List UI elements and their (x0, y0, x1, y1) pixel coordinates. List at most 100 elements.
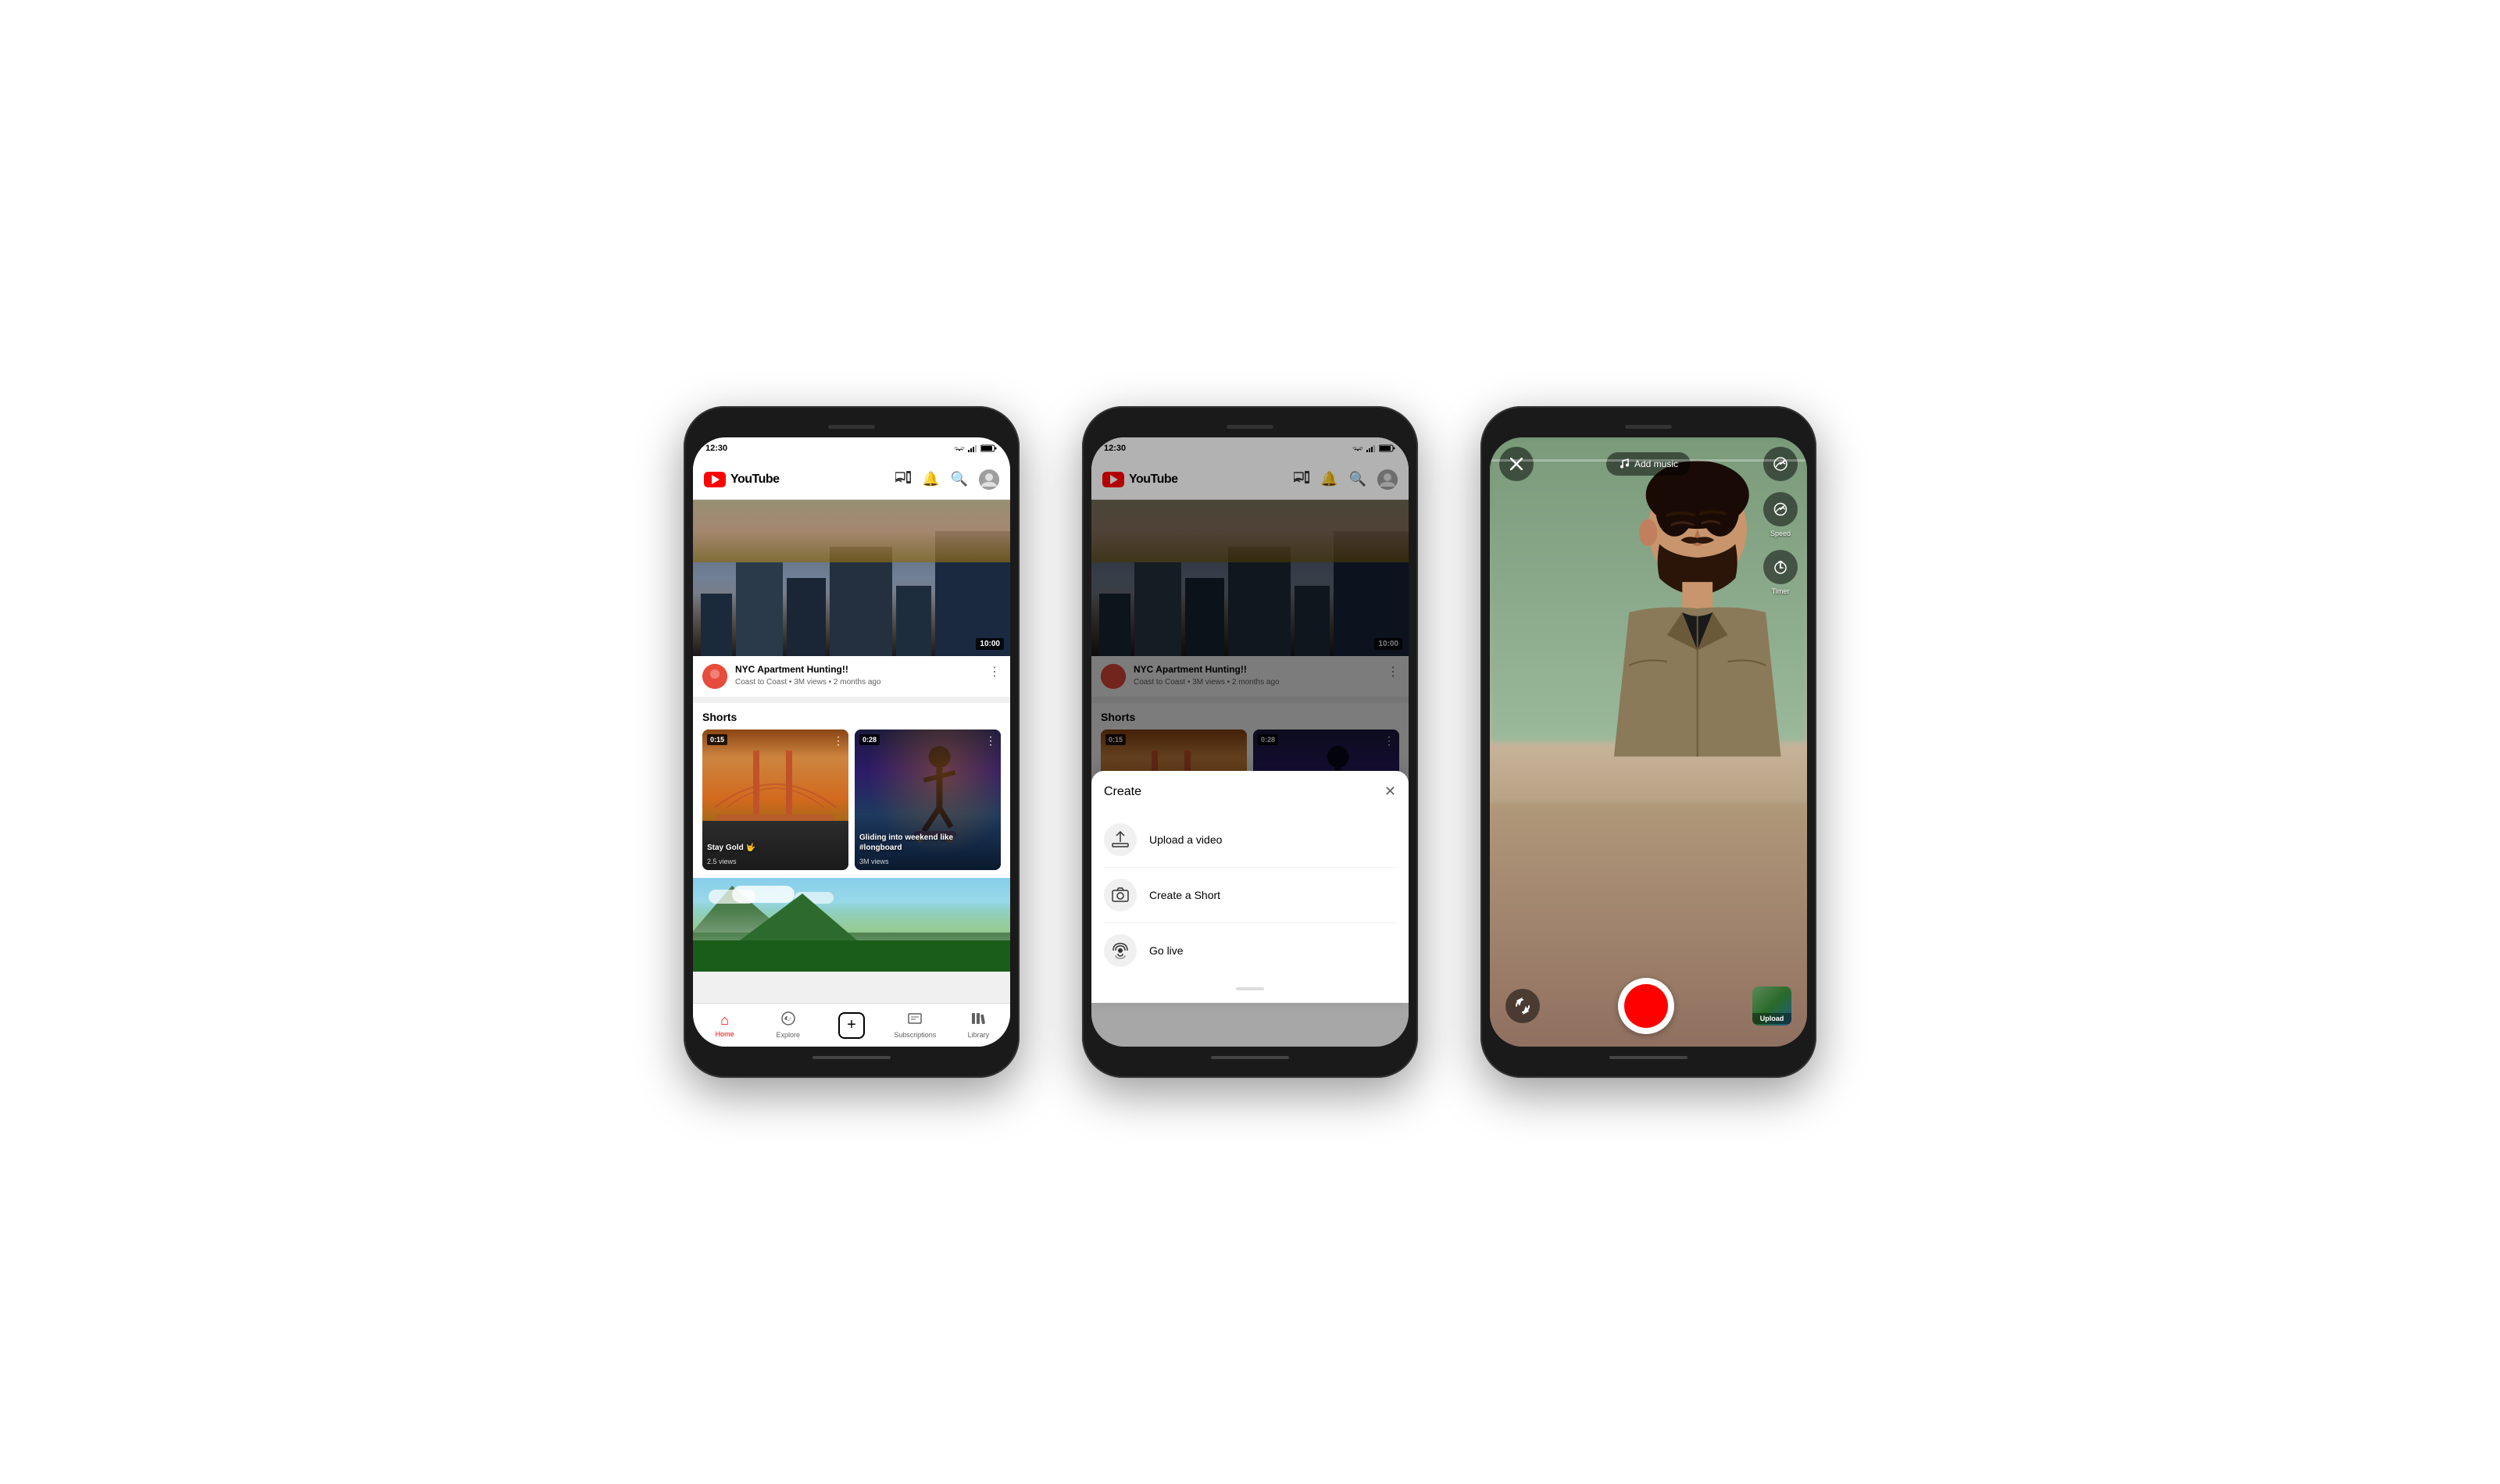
phone-2-home-indicator (1211, 1056, 1289, 1059)
video-more-icon[interactable]: ⋮ (988, 664, 1001, 680)
user-avatar[interactable] (979, 469, 999, 490)
short-2-label: Gliding into weekend like #longboard (859, 833, 996, 853)
nav-library-label: Library (968, 1031, 990, 1039)
phone-2-video-duration: 10:00 (1374, 638, 1402, 650)
home-icon: ⌂ (720, 1012, 729, 1029)
record-button[interactable] (1618, 978, 1674, 1034)
wifi-icon-2 (1352, 444, 1363, 452)
video-title-2: NYC Apartment Hunting!! (1134, 664, 1379, 676)
drag-bar (1236, 987, 1264, 990)
channel-avatar-2 (1101, 664, 1126, 689)
phone-2-bottom-bar (1091, 1047, 1409, 1068)
landscape-thumbnail[interactable] (693, 878, 1010, 972)
phone-1: 12:30 (684, 406, 1020, 1078)
modal-title: Create (1104, 785, 1141, 799)
person-figure (1580, 453, 1784, 984)
cast-icon-2[interactable] (1294, 471, 1309, 487)
modal-upload-item[interactable]: Upload a video (1104, 812, 1396, 868)
upload-btn-label: Upload (1752, 1013, 1791, 1024)
phone-3-notch-bar (1490, 416, 1807, 437)
signal-icon (968, 444, 977, 452)
phone-1-bottom-nav: ⌂ Home Explore + Subscriptions (693, 1003, 1010, 1047)
short-2-2-duration: 0:28 (1258, 734, 1278, 745)
record-inner-circle (1624, 984, 1668, 1028)
phone-1-speaker (828, 425, 875, 429)
library-icon (971, 1011, 985, 1029)
nav-subscriptions-label: Subscriptions (894, 1031, 936, 1039)
add-music-button[interactable]: Add music (1606, 452, 1691, 476)
flip-camera-icon (1513, 997, 1532, 1015)
upload-icon (1104, 823, 1137, 856)
phone-2-video-info: NYC Apartment Hunting!! Coast to Coast •… (1091, 656, 1409, 703)
search-icon-2[interactable]: 🔍 (1349, 471, 1366, 487)
timer-label: Timer (1772, 587, 1790, 595)
short-1-views: 2.5 views (707, 858, 737, 865)
camera-icon (1104, 879, 1137, 911)
phone-3-bottom-bar (1490, 1047, 1807, 1068)
timer-icon (1763, 550, 1798, 584)
modal-header: Create ✕ (1104, 783, 1396, 800)
camera-bottom-controls: Upload (1490, 969, 1807, 1047)
nav-create[interactable]: + (820, 1012, 883, 1039)
phone-2-inner: 12:30 (1091, 437, 1409, 1047)
camera-close-button[interactable] (1499, 447, 1534, 481)
bell-icon[interactable]: 🔔 (922, 471, 939, 487)
live-icon (1104, 934, 1137, 967)
video-meta: NYC Apartment Hunting!! Coast to Coast •… (735, 664, 980, 687)
upload-from-gallery-button[interactable]: Upload (1752, 986, 1791, 1026)
camera-speed-button[interactable] (1763, 447, 1798, 481)
header-icons-2: 🔔 🔍 (1294, 469, 1398, 490)
subscriptions-icon (908, 1011, 922, 1029)
cast-icon[interactable] (895, 471, 911, 487)
video-meta-2: NYC Apartment Hunting!! Coast to Coast •… (1134, 664, 1379, 687)
phone-1-content: 10:00 NYC Apartment Hunting!! Coast to C… (693, 500, 1010, 1003)
phone-3-home-indicator (1609, 1056, 1688, 1059)
main-video-thumb[interactable]: 10:00 (693, 500, 1010, 656)
nav-explore[interactable]: Explore (756, 1011, 820, 1039)
short-2-1-duration: 0:15 (1105, 734, 1126, 745)
youtube-logo-2: YouTube (1102, 472, 1178, 487)
nav-library[interactable]: Library (947, 1011, 1010, 1039)
modal-go-live-item[interactable]: Go live (1104, 923, 1396, 978)
header-icons: 🔔 🔍 (895, 469, 999, 490)
short-card-2[interactable]: 0:28 ⋮ Gliding into weekend like #longbo… (855, 730, 1001, 870)
youtube-play-icon-2 (1110, 475, 1118, 484)
modal-close-button[interactable]: ✕ (1384, 783, 1396, 800)
explore-icon (781, 1011, 795, 1029)
user-avatar-2[interactable] (1377, 469, 1398, 490)
phone-2-video-bg (1091, 500, 1409, 656)
nav-explore-label: Explore (777, 1031, 801, 1039)
create-plus-icon[interactable]: + (838, 1012, 865, 1039)
shorts-row: 0:15 ⋮ Stay Gold 🤟 2.5 views (693, 730, 1010, 870)
speed-control[interactable]: Speed (1763, 492, 1798, 537)
timer-control[interactable]: Timer (1763, 550, 1798, 595)
phone-2-speaker (1227, 425, 1273, 429)
nav-home[interactable]: ⌂ Home (693, 1012, 756, 1038)
shorts-section: Shorts (693, 703, 1010, 878)
phone-3: Add music (1480, 406, 1816, 1078)
channel-avatar (702, 664, 727, 689)
speed-icon (1763, 492, 1798, 526)
video-bg-scene (693, 500, 1010, 656)
signal-icon-2 (1366, 444, 1376, 452)
phone-1-home-indicator (812, 1056, 891, 1059)
modal-create-short-item[interactable]: Create a Short (1104, 868, 1396, 923)
short-1-more-icon[interactable]: ⋮ (833, 734, 844, 747)
short-card-1[interactable]: 0:15 ⋮ Stay Gold 🤟 2.5 views (702, 730, 848, 870)
phone-3-speaker (1625, 425, 1672, 429)
camera-flip-button[interactable] (1505, 989, 1540, 1023)
search-icon[interactable]: 🔍 (951, 471, 968, 487)
short-2-more-icon[interactable]: ⋮ (985, 734, 996, 747)
video-more-icon-2: ⋮ (1387, 664, 1399, 680)
shorts-section-title: Shorts (693, 711, 1010, 730)
bell-icon-2[interactable]: 🔔 (1320, 471, 1338, 487)
short-1-duration: 0:15 (707, 734, 727, 745)
phone-2: 12:30 (1082, 406, 1418, 1078)
phone-2-status-icons (1352, 444, 1396, 452)
nav-subscriptions[interactable]: Subscriptions (884, 1011, 947, 1039)
youtube-logo: YouTube (704, 472, 780, 487)
short-2-duration: 0:28 (859, 734, 880, 745)
phone-1-header: YouTube 🔔 🔍 (693, 459, 1010, 500)
create-modal: Create ✕ Upload a video (1091, 771, 1409, 1003)
phone-1-notch-bar (693, 416, 1010, 437)
